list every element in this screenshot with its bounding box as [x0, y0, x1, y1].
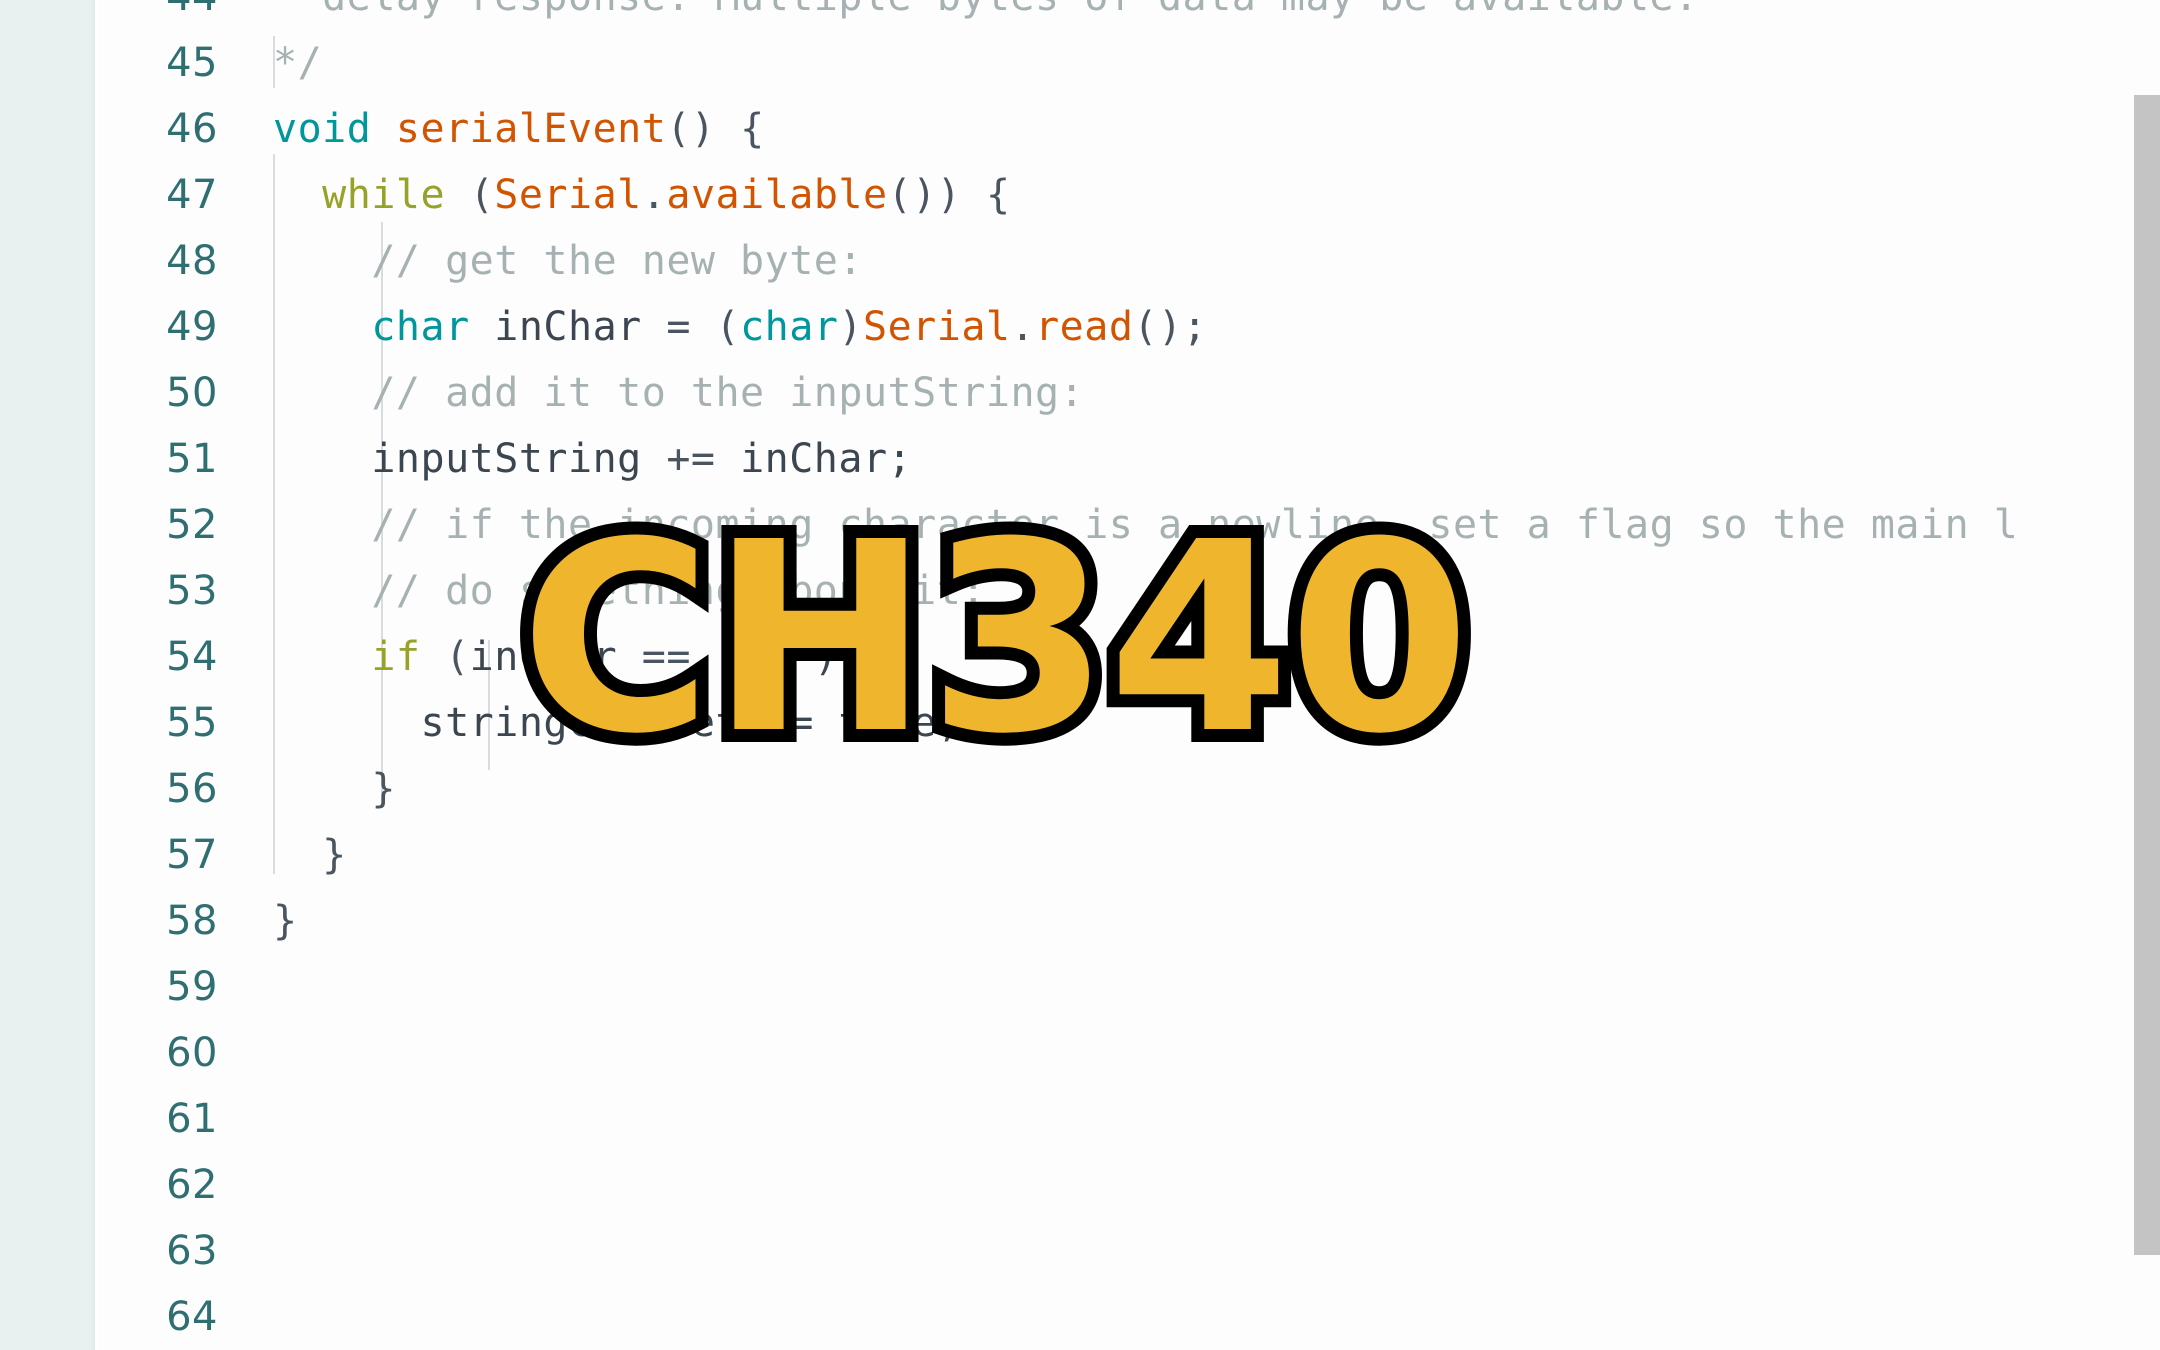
code-line[interactable]: 58}: [98, 888, 2160, 954]
code-line[interactable]: 50 // add it to the inputString:: [98, 360, 2160, 426]
line-number: 56: [166, 766, 218, 812]
code-token: () {: [666, 106, 765, 152]
code-token: Serial: [863, 304, 1011, 350]
code-line[interactable]: 64: [98, 1284, 2160, 1350]
code-token: .: [1010, 304, 1036, 350]
line-number: 47: [166, 172, 218, 218]
code-line-text[interactable]: inputString += inChar;: [273, 426, 912, 492]
line-number: 62: [166, 1162, 218, 1208]
line-number: 48: [166, 238, 218, 284]
code-line[interactable]: 46 void serialEvent() {: [98, 96, 2160, 162]
line-number: 46: [166, 106, 218, 152]
code-line-text[interactable]: }: [273, 822, 347, 888]
code-line[interactable]: 51 inputString += inChar;: [98, 426, 2160, 492]
code-line[interactable]: 48 // get the new byte:: [98, 228, 2160, 294]
code-token: if: [371, 634, 421, 680]
code-line[interactable]: 62: [98, 1152, 2160, 1218]
code-line-text[interactable]: void serialEvent() {: [273, 96, 765, 162]
line-number: 63: [166, 1228, 218, 1274]
line-number: 45: [166, 40, 218, 86]
code-token: // get the new byte:: [371, 238, 863, 284]
editor-marker-strip[interactable]: [0, 0, 95, 1350]
code-token: read: [1035, 304, 1134, 350]
code-token: */: [273, 40, 323, 86]
code-editor-window: 44 delay response. Multiple bytes of dat…: [0, 0, 2160, 1350]
line-number: 50: [166, 370, 218, 416]
code-token: inputString: [273, 436, 667, 482]
code-token: Serial: [494, 172, 642, 218]
code-token: available: [666, 172, 888, 218]
line-number: 54: [166, 634, 218, 680]
code-token: // add it to the inputString:: [371, 370, 1085, 416]
code-line-text[interactable]: // add it to the inputString:: [273, 360, 1084, 426]
code-line[interactable]: 63: [98, 1218, 2160, 1284]
vertical-scrollbar-track[interactable]: [2134, 0, 2160, 1350]
code-token: char: [740, 304, 839, 350]
ch340-watermark-label: CH340: [507, 486, 1483, 791]
code-token: ()) {: [887, 172, 1011, 218]
code-line-text[interactable]: }: [273, 756, 396, 822]
line-number: 53: [166, 568, 218, 614]
code-line-text[interactable]: */: [273, 30, 322, 96]
line-number: 64: [166, 1294, 218, 1340]
code-line[interactable]: 44 delay response. Multiple bytes of dat…: [98, 0, 2160, 30]
line-number: 57: [166, 832, 218, 878]
code-token: .: [641, 172, 667, 218]
line-number: 59: [166, 964, 218, 1010]
line-number: 61: [166, 1096, 218, 1142]
code-line-text[interactable]: while (Serial.available()) {: [273, 162, 1011, 228]
code-line[interactable]: 59: [98, 954, 2160, 1020]
line-number: 49: [166, 304, 218, 350]
line-number: 60: [166, 1030, 218, 1076]
code-line-text[interactable]: // get the new byte:: [273, 228, 863, 294]
vertical-scrollbar-thumb[interactable]: [2134, 95, 2160, 1255]
code-line[interactable]: 61: [98, 1086, 2160, 1152]
code-token: }: [273, 898, 298, 944]
line-number: 52: [166, 502, 218, 548]
code-token: inChar;: [740, 436, 913, 482]
line-number: 51: [166, 436, 218, 482]
code-line[interactable]: 57 }: [98, 822, 2160, 888]
code-line-text[interactable]: char inChar = (char)Serial.read();: [273, 294, 1207, 360]
code-line[interactable]: 60: [98, 1020, 2160, 1086]
line-number: 55: [166, 700, 218, 746]
code-token: while: [322, 172, 446, 218]
line-number: 44: [98, 0, 218, 30]
code-token: +=: [666, 436, 741, 482]
line-number: 58: [166, 898, 218, 944]
code-token: (: [420, 634, 470, 680]
code-line-text[interactable]: delay response. Multiple bytes of data m…: [273, 0, 1699, 30]
code-token: }: [273, 766, 396, 812]
code-token: (: [445, 172, 495, 218]
code-token: (: [715, 304, 741, 350]
code-line[interactable]: 49 char inChar = (char)Serial.read();: [98, 294, 2160, 360]
code-token: ): [838, 304, 863, 350]
code-token: =: [666, 304, 716, 350]
code-token: delay response. Multiple bytes of data m…: [273, 0, 1699, 20]
code-line-text[interactable]: }: [273, 888, 298, 954]
code-token: }: [273, 832, 347, 878]
code-token: void: [273, 106, 372, 152]
code-token: ();: [1133, 304, 1208, 350]
code-token: serialEvent: [395, 106, 667, 152]
code-line[interactable]: 45 */: [98, 30, 2160, 96]
code-token: inChar: [469, 304, 667, 350]
code-token: char: [371, 304, 470, 350]
code-line[interactable]: 47 while (Serial.available()) {: [98, 162, 2160, 228]
